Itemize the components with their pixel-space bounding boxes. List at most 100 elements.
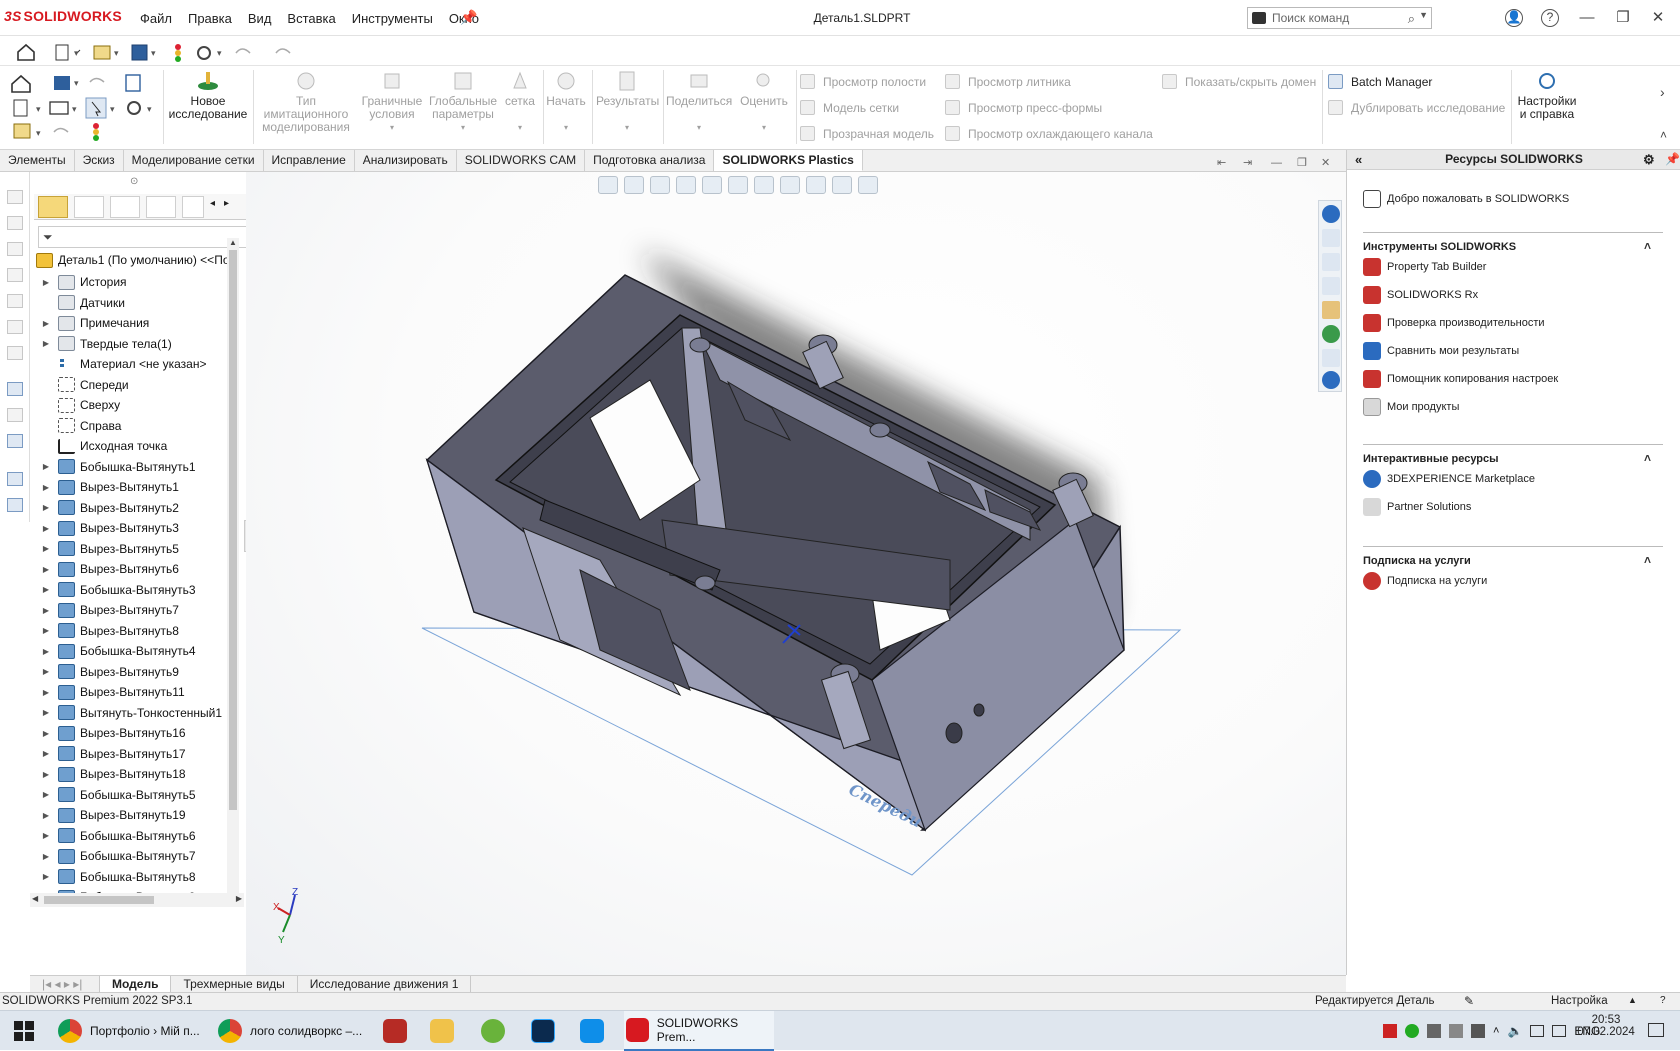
strip-icon-12[interactable] <box>7 498 23 512</box>
minimize-icon[interactable]: — <box>1576 7 1598 29</box>
panel-grip-icon[interactable]: ⊙ <box>130 176 138 187</box>
tree-item[interactable]: ▶ Вырез-Вытянуть18 <box>34 764 244 784</box>
new-study-button[interactable]: Новое исследование <box>168 70 248 121</box>
tree-item[interactable]: ▶ Твердые тела(1) <box>34 334 244 354</box>
tab-nav-arrows[interactable]: |◂ ◂ ▸ ▸| <box>30 976 100 992</box>
strip-icon-9[interactable] <box>7 408 23 422</box>
cooling-view-button[interactable]: Просмотр охлаждающего канала <box>945 126 1153 141</box>
tool-item-copy-settings[interactable]: Помощник копирования настроек <box>1363 370 1558 388</box>
tree-root[interactable]: Деталь1 (По умолчанию) <<По у <box>34 250 244 270</box>
taskbar-teamviewer[interactable] <box>580 1011 612 1051</box>
expand-arrow-icon[interactable]: ▶ <box>40 524 52 533</box>
taskbar-utorrent[interactable] <box>481 1011 513 1051</box>
panel-pin-icon[interactable]: 📌 <box>1665 150 1680 169</box>
results-button[interactable]: Результаты ▾ <box>596 70 659 134</box>
evaluate-button[interactable]: Оценить ▾ <box>736 70 792 134</box>
tree-item[interactable]: ▶ Бобышка-Вытянуть4 <box>34 641 244 661</box>
tree-item[interactable]: Материал <не указан> <box>34 354 244 374</box>
tree-item[interactable]: Сверху <box>34 395 244 415</box>
dimxpert-tab-icon[interactable] <box>146 196 176 218</box>
taskbar-photoshop[interactable] <box>531 1011 563 1051</box>
tab-plastics[interactable]: SOLIDWORKS Plastics <box>714 150 863 171</box>
tab-sketch[interactable]: Эскиз <box>75 150 124 171</box>
tabs-right-arrow-icon[interactable]: ▸ <box>224 198 229 209</box>
tab-motion-study[interactable]: Исследование движения 1 <box>298 976 472 992</box>
tree-item[interactable]: ▶ Вырез-Вытянуть9 <box>34 662 244 682</box>
tree-horizontal-scrollbar[interactable]: ◀ ▶ <box>30 893 244 907</box>
expand-arrow-icon[interactable]: ▶ <box>40 339 52 348</box>
tool-item-performance[interactable]: Проверка производительности <box>1363 314 1545 332</box>
tree-vertical-scrollbar[interactable]: ▲ ▼ <box>227 238 239 902</box>
tree-item[interactable]: ▶ Вырез-Вытянуть16 <box>34 723 244 743</box>
clock[interactable]: 20:53 07.02.2024 <box>1576 1014 1636 1038</box>
tools-section-header[interactable]: Инструменты SOLIDWORKS ˄ <box>1363 232 1663 253</box>
batch-manager-button[interactable]: Batch Manager <box>1328 74 1432 89</box>
magnifier-icon[interactable]: ⌕ <box>1408 11 1415 27</box>
tree-item[interactable]: ▶ Бобышка-Вытянуть7 <box>34 846 244 866</box>
expand-arrow-icon[interactable]: ▶ <box>40 729 52 738</box>
strip-icon-4[interactable] <box>7 268 23 282</box>
tree-item[interactable]: Справа <box>34 416 244 436</box>
command-search[interactable]: Поиск команд ⌕ ▼ <box>1247 7 1432 29</box>
notifications-icon[interactable] <box>1648 1023 1664 1037</box>
standard-toolbar-icons[interactable]: ▾ ▾ ▾ ▾ ▾ ▾ <box>10 72 160 148</box>
mesh-model-button[interactable]: Модель сетки <box>800 100 899 115</box>
strip-icon-5[interactable] <box>7 294 23 308</box>
strip-icon-2[interactable] <box>7 216 23 230</box>
home-tab-icon[interactable] <box>1322 229 1340 247</box>
expand-arrow-icon[interactable]: ▶ <box>40 565 52 574</box>
user-icon[interactable]: 👤 <box>1505 9 1523 27</box>
subscription-section-header[interactable]: Подписка на услуги ˄ <box>1363 546 1663 567</box>
expand-arrow-icon[interactable]: ▶ <box>40 626 52 635</box>
tabs-left-arrow-icon[interactable]: ◂ <box>210 198 215 209</box>
resources-tab-icon[interactable] <box>1322 205 1340 223</box>
transparent-model-button[interactable]: Прозрачная модель <box>800 126 934 141</box>
collapse-ribbon-icon[interactable]: ˄ <box>1660 128 1667 142</box>
expand-arrow-icon[interactable]: ▶ <box>40 852 52 861</box>
tool-item-compare[interactable]: Сравнить мои результаты <box>1363 342 1519 360</box>
tree-item[interactable]: ▶ Бобышка-Вытянуть5 <box>34 785 244 805</box>
graphics-area[interactable]: Z X Y Спереди <box>246 172 1346 975</box>
viewport-window-controls[interactable]: ⇤ ⇥ — ❐ ✕ <box>1215 155 1335 169</box>
strip-icon-8[interactable] <box>7 382 23 396</box>
expand-ribbon-icon[interactable]: › <box>1660 84 1665 100</box>
expand-arrow-icon[interactable]: ▶ <box>40 790 52 799</box>
customization-text[interactable]: Настройка <box>1551 995 1608 1007</box>
expand-arrow-icon[interactable]: ▶ <box>40 483 52 492</box>
taskbar-chrome-2[interactable]: лого солидворкс –... <box>218 1011 368 1051</box>
tree-item[interactable]: Исходная точка <box>34 436 244 456</box>
tree-item[interactable]: ▶ Вырез-Вытянуть8 <box>34 621 244 641</box>
start-button[interactable]: Начать ▾ <box>546 70 586 134</box>
expand-arrow-icon[interactable]: ▶ <box>40 278 52 287</box>
tool-item-property-tab-builder[interactable]: Property Tab Builder <box>1363 258 1486 276</box>
file-explorer-tab-icon[interactable] <box>1322 277 1340 295</box>
expand-arrow-icon[interactable]: ▶ <box>40 749 52 758</box>
tree-item[interactable]: ▶ Вырез-Вытянуть6 <box>34 559 244 579</box>
system-tray[interactable]: ˄ 🔈 ENG <box>1383 1011 1600 1051</box>
tree-item[interactable]: ▶ Вырез-Вытянуть3 <box>34 518 244 538</box>
view-triad[interactable]: Z X Y <box>273 887 298 946</box>
taskbar-solidworks[interactable]: SOLIDWORKS Prem... <box>624 1011 774 1051</box>
tree-item[interactable]: ▶ Вырез-Вытянуть2 <box>34 498 244 518</box>
expand-arrow-icon[interactable]: ▶ <box>40 872 52 881</box>
design-library-tab-icon[interactable] <box>1322 253 1340 271</box>
expand-arrow-icon[interactable]: ▶ <box>40 770 52 779</box>
start-button[interactable] <box>14 1011 34 1051</box>
tab-analyze[interactable]: Анализировать <box>355 150 457 171</box>
propertymanager-tab-icon[interactable] <box>74 196 104 218</box>
tree-item[interactable]: ▶ История <box>34 272 244 292</box>
simulation-type-button[interactable]: Тип имитационного моделирования <box>258 70 354 134</box>
share-button[interactable]: Поделиться ▾ <box>666 70 732 134</box>
expand-arrow-icon[interactable]: ▶ <box>40 503 52 512</box>
strip-icon-10[interactable] <box>7 434 23 448</box>
taskbar-app-red[interactable] <box>383 1011 415 1051</box>
tab-repair[interactable]: Исправление <box>264 150 355 171</box>
marketplace-link[interactable]: 3DEXPERIENCE Marketplace <box>1363 470 1535 488</box>
status-help-icon[interactable]: ? <box>1660 995 1666 1006</box>
strip-icon-3[interactable] <box>7 242 23 256</box>
expand-arrow-icon[interactable]: ▶ <box>40 647 52 656</box>
featuremanager-tab-icon[interactable] <box>38 196 68 218</box>
help-icon[interactable]: ? <box>1541 9 1559 27</box>
strip-icon-1[interactable] <box>7 190 23 204</box>
tree-filter[interactable]: ⏷ <box>38 226 250 248</box>
